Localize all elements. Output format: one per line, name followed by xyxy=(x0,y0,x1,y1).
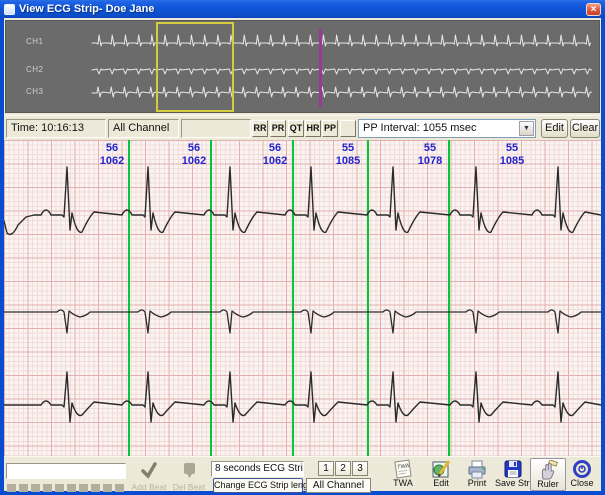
del-beat-button: Del Beat xyxy=(170,461,208,491)
beat-annotation: 561062 xyxy=(251,142,299,168)
twa-button[interactable]: TWA TWA xyxy=(385,458,421,491)
del-beat-label: Del Beat xyxy=(170,482,208,492)
beat-annotation: 561062 xyxy=(170,142,218,168)
channel-mode-display: All Channel xyxy=(108,119,179,138)
time-display: Time: 10:16:13 xyxy=(6,119,106,138)
film-frame xyxy=(7,484,16,492)
interval-dropdown-value: PP Interval: 1055 msec xyxy=(363,122,477,134)
save-strip-label: Save Strip xyxy=(495,479,531,488)
ecg-strip-window: View ECG Strip- Doe Jane × CH1 CH2 CH3 T… xyxy=(0,0,605,495)
beat-annotation: 551085 xyxy=(324,142,372,168)
film-frame xyxy=(43,484,52,492)
film-frame xyxy=(19,484,28,492)
hand-ruler-icon xyxy=(537,460,559,480)
thumb-icon xyxy=(179,461,199,479)
blank-measure-button[interactable] xyxy=(340,120,356,137)
overview-strip[interactable]: CH1 CH2 CH3 xyxy=(5,20,600,113)
film-frame xyxy=(31,484,40,492)
close-tool-label: Close xyxy=(564,479,600,488)
add-beat-button: Add Beat xyxy=(130,461,168,491)
clear-button[interactable]: Clear xyxy=(570,119,600,138)
save-strip-button[interactable]: Save Strip xyxy=(495,458,531,491)
overview-traces xyxy=(6,21,599,112)
pr-button[interactable]: PR xyxy=(270,120,286,137)
edit-icon xyxy=(430,459,452,479)
add-beat-label: Add Beat xyxy=(130,482,168,492)
print-label: Print xyxy=(459,479,495,488)
hr-button[interactable]: HR xyxy=(305,120,321,137)
edit-button[interactable]: Edit xyxy=(541,119,568,138)
twa-document-icon: TWA xyxy=(392,459,414,479)
position-marker-line xyxy=(319,29,322,107)
film-strip xyxy=(7,484,124,492)
check-icon xyxy=(139,461,159,479)
edit-tool-label: Edit xyxy=(423,479,459,488)
channel-3-button[interactable]: 3 xyxy=(352,461,368,476)
interval-dropdown[interactable]: PP Interval: 1055 msec ▼ xyxy=(358,119,536,138)
overview-panel: CH1 CH2 CH3 xyxy=(4,18,601,115)
ecg-traces xyxy=(4,140,601,456)
print-button[interactable]: Print xyxy=(459,458,495,491)
film-frame xyxy=(79,484,88,492)
twa-label: TWA xyxy=(385,479,421,488)
ruler-label: Ruler xyxy=(531,480,565,489)
toolbar: Time: 10:16:13 All Channel RR PR QT HR P… xyxy=(4,115,601,140)
change-strip-length-button[interactable]: Change ECG Strip length xyxy=(213,478,303,493)
qt-button[interactable]: QT xyxy=(288,120,304,137)
beat-annotation: 551078 xyxy=(406,142,454,168)
channel-2-button[interactable]: 2 xyxy=(335,461,351,476)
rr-button[interactable]: RR xyxy=(252,120,268,137)
film-frame xyxy=(67,484,76,492)
chevron-down-icon[interactable]: ▼ xyxy=(519,121,534,136)
film-frame xyxy=(91,484,100,492)
selection-rectangle[interactable] xyxy=(156,22,234,112)
bottom-toolbar: Add Beat Del Beat 8 seconds ECG Strip Ch… xyxy=(4,456,601,491)
edit-tool-button[interactable]: Edit xyxy=(423,458,459,491)
film-frame xyxy=(115,484,124,492)
close-ring-icon xyxy=(571,459,593,479)
window-content: CH1 CH2 CH3 Time: 10:16:13 All Channel R… xyxy=(4,18,601,491)
measurement-display xyxy=(181,119,251,138)
beat-annotation: 561062 xyxy=(88,142,136,168)
pp-button[interactable]: PP xyxy=(322,120,338,137)
strip-length-input[interactable]: 8 seconds ECG Strip xyxy=(211,461,304,477)
channel-1-button[interactable]: 1 xyxy=(318,461,334,476)
film-frame xyxy=(103,484,112,492)
floppy-disk-icon xyxy=(502,459,524,479)
titlebar: View ECG Strip- Doe Jane × xyxy=(0,0,605,18)
all-channel-button[interactable]: All Channel xyxy=(306,478,371,493)
beat-text-input[interactable] xyxy=(6,463,126,479)
close-tool-button[interactable]: Close xyxy=(564,458,600,491)
ruler-button[interactable]: Ruler xyxy=(530,458,566,491)
close-icon[interactable]: × xyxy=(586,3,601,16)
printer-icon xyxy=(466,459,488,479)
ecg-grid[interactable]: 561062 561062 561062 551085 551078 551085 xyxy=(4,140,601,456)
beat-annotation: 551085 xyxy=(488,142,536,168)
window-title: View ECG Strip- Doe Jane xyxy=(19,3,155,15)
film-frame xyxy=(55,484,64,492)
app-icon xyxy=(4,4,15,15)
